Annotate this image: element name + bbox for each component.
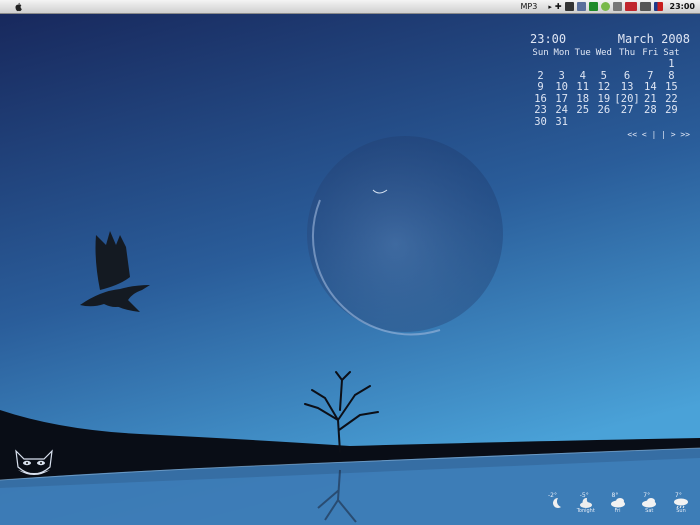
- weather-day: 7° Sat: [635, 490, 663, 516]
- calendar-week: 9 10 11 12 13 14 15: [530, 81, 682, 94]
- calendar-day[interactable]: 25: [572, 104, 593, 117]
- plus-icon[interactable]: ✚: [555, 2, 562, 11]
- weekday-header: Tue: [574, 47, 591, 58]
- calendar-nav[interactable]: << < | | > >>: [530, 129, 690, 141]
- calendar-day: [640, 59, 661, 71]
- calendar-day[interactable]: 11: [572, 81, 593, 94]
- weekday-header: Sun: [532, 47, 549, 58]
- cloudy-icon: [610, 498, 625, 508]
- weather-label: Fri: [614, 508, 621, 514]
- calendar-day: [530, 59, 551, 71]
- calendar-day[interactable]: 26: [593, 104, 614, 117]
- calendar-week: 23 24 25 26 27 28 29: [530, 104, 682, 117]
- calendar-day[interactable]: 13: [614, 81, 639, 94]
- weekday-header: Wed: [595, 47, 612, 58]
- green-app-icon[interactable]: [588, 2, 598, 11]
- calendar-day: [614, 59, 639, 71]
- weather-widget: -2° -5° Tonight 8° Fri 7° Sat 7° Sun: [540, 490, 695, 516]
- ati-icon[interactable]: [624, 2, 637, 11]
- arrow-icon[interactable]: ▸: [548, 3, 552, 11]
- calendar-day: [614, 117, 639, 129]
- moon-icon: [553, 498, 561, 508]
- calendar-day[interactable]: 14: [640, 81, 661, 94]
- calendar-day: [551, 59, 572, 71]
- calendar-day: [661, 117, 682, 129]
- weather-label: Sun: [676, 508, 686, 514]
- weather-day: 8° Fri: [604, 490, 632, 516]
- drop-icon[interactable]: [600, 2, 610, 11]
- apple-icon[interactable]: [13, 2, 23, 12]
- weather-day: -2°: [540, 490, 568, 516]
- status-tray: MP3 ▸ ✚ 23:00: [520, 0, 700, 13]
- user-icon[interactable]: [612, 2, 622, 11]
- calendar-day[interactable]: 31: [551, 116, 572, 129]
- calendar-day[interactable]: 29: [661, 104, 682, 117]
- calendar-week: 1: [530, 58, 682, 71]
- calendar-day[interactable]: 9: [530, 81, 551, 94]
- calendar-time: 23:00: [530, 32, 567, 46]
- weather-label: Tonight: [576, 508, 595, 514]
- calendar-widget: 23:00 March 2008 Sun Mon Tue Wed Thu Fri Sat 1…: [530, 32, 690, 141]
- calendar-day[interactable]: 10: [551, 81, 572, 94]
- menu-bar: MP3 ▸ ✚ 23:00: [0, 0, 700, 14]
- calendar-day: [572, 59, 593, 71]
- calendar-grid: Sun Mon Tue Wed Thu Fri Sat 1 2 3 4 5 6 7 8 9 10 11 12 13 1…: [530, 48, 682, 129]
- calendar-day: [640, 117, 661, 129]
- calendar-day[interactable]: 12: [593, 81, 614, 94]
- flag-us-icon[interactable]: [653, 2, 663, 11]
- rain-cloud-icon: [674, 498, 688, 508]
- weather-label: Sat: [645, 508, 654, 514]
- calendar-day[interactable]: 1: [661, 58, 682, 71]
- cheshire-cat-icon[interactable]: [12, 447, 56, 481]
- calendar-day[interactable]: 23: [530, 104, 551, 117]
- calendar-day: [572, 117, 593, 129]
- mp3-menu[interactable]: MP3: [520, 2, 537, 11]
- weekday-header: Thu: [618, 47, 636, 58]
- calendar-day[interactable]: 28: [640, 104, 661, 117]
- weather-day: -5° Tonight: [572, 490, 600, 516]
- calendar-day[interactable]: 27: [614, 104, 639, 117]
- calendar-day[interactable]: 24: [551, 104, 572, 117]
- calendar-day[interactable]: 30: [530, 116, 551, 129]
- weekday-header: Mon: [553, 47, 570, 58]
- flag-icon[interactable]: [564, 2, 574, 11]
- cloudy-icon: [642, 498, 657, 508]
- network-icon[interactable]: [576, 2, 586, 11]
- calendar-month: March 2008: [617, 32, 690, 46]
- monitor-icon[interactable]: [639, 2, 651, 11]
- weekday-header: Fri: [642, 47, 659, 58]
- calendar-day: [593, 117, 614, 129]
- calendar-day: [593, 59, 614, 71]
- weather-day: 7° Sun: [667, 490, 695, 516]
- calendar-week: 30 31: [530, 116, 682, 129]
- calendar-day[interactable]: 15: [661, 81, 682, 94]
- cloud-moon-icon: [579, 497, 592, 508]
- menu-clock[interactable]: 23:00: [670, 2, 695, 11]
